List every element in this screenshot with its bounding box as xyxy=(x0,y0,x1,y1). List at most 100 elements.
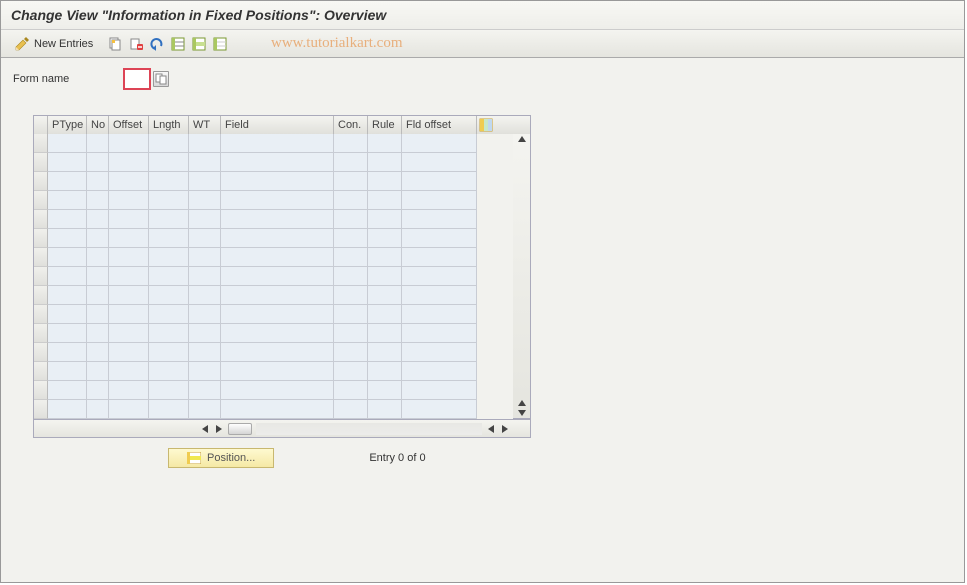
cell[interactable] xyxy=(109,229,149,248)
cell[interactable] xyxy=(334,172,368,191)
cell[interactable] xyxy=(334,305,368,324)
cell[interactable] xyxy=(149,324,189,343)
col-no[interactable]: No xyxy=(87,116,109,134)
cell[interactable] xyxy=(87,172,109,191)
cell[interactable] xyxy=(109,267,149,286)
col-fld-offset[interactable]: Fld offset xyxy=(402,116,477,134)
cell[interactable] xyxy=(48,191,87,210)
cell[interactable] xyxy=(334,381,368,400)
cell[interactable] xyxy=(221,153,334,172)
cell[interactable] xyxy=(334,134,368,153)
row-selector-header[interactable] xyxy=(34,116,48,134)
cell[interactable] xyxy=(368,172,402,191)
cell[interactable] xyxy=(221,191,334,210)
scroll-up-icon[interactable] xyxy=(518,136,526,142)
cell[interactable] xyxy=(189,343,221,362)
cell[interactable] xyxy=(334,400,368,419)
cell[interactable] xyxy=(334,210,368,229)
cell[interactable] xyxy=(334,229,368,248)
cell[interactable] xyxy=(368,229,402,248)
cell[interactable] xyxy=(149,343,189,362)
cell[interactable] xyxy=(221,343,334,362)
cell[interactable] xyxy=(48,267,87,286)
cell[interactable] xyxy=(402,153,477,172)
col-rule[interactable]: Rule xyxy=(368,116,402,134)
cell[interactable] xyxy=(189,305,221,324)
cell[interactable] xyxy=(368,362,402,381)
cell[interactable] xyxy=(109,248,149,267)
cell[interactable] xyxy=(189,210,221,229)
cell[interactable] xyxy=(402,343,477,362)
cell[interactable] xyxy=(368,324,402,343)
cell[interactable] xyxy=(87,343,109,362)
cell[interactable] xyxy=(402,191,477,210)
vertical-scrollbar[interactable] xyxy=(513,134,531,419)
cell[interactable] xyxy=(109,362,149,381)
cell[interactable] xyxy=(48,400,87,419)
table-config-button[interactable] xyxy=(477,116,495,134)
cell[interactable] xyxy=(87,286,109,305)
cell[interactable] xyxy=(189,381,221,400)
cell[interactable] xyxy=(149,153,189,172)
row-selector[interactable] xyxy=(34,305,48,324)
cell[interactable] xyxy=(221,210,334,229)
position-button[interactable]: Position... xyxy=(168,448,274,468)
deselect-all-button[interactable] xyxy=(211,35,229,53)
row-selector[interactable] xyxy=(34,362,48,381)
row-selector[interactable] xyxy=(34,134,48,153)
cell[interactable] xyxy=(402,172,477,191)
cell[interactable] xyxy=(87,191,109,210)
cell[interactable] xyxy=(334,248,368,267)
hscroll-thumb[interactable] xyxy=(228,423,252,435)
cell[interactable] xyxy=(109,286,149,305)
cell[interactable] xyxy=(149,191,189,210)
cell[interactable] xyxy=(221,229,334,248)
cell[interactable] xyxy=(189,153,221,172)
cell[interactable] xyxy=(402,286,477,305)
cell[interactable] xyxy=(149,286,189,305)
cell[interactable] xyxy=(48,229,87,248)
cell[interactable] xyxy=(149,210,189,229)
cell[interactable] xyxy=(87,210,109,229)
cell[interactable] xyxy=(402,134,477,153)
col-ptype[interactable]: PType xyxy=(48,116,87,134)
cell[interactable] xyxy=(334,267,368,286)
select-block-button[interactable] xyxy=(190,35,208,53)
row-selector[interactable] xyxy=(34,400,48,419)
cell[interactable] xyxy=(87,381,109,400)
row-selector[interactable] xyxy=(34,381,48,400)
col-offset[interactable]: Offset xyxy=(109,116,149,134)
cell[interactable] xyxy=(368,381,402,400)
cell[interactable] xyxy=(48,210,87,229)
col-con[interactable]: Con. xyxy=(334,116,368,134)
cell[interactable] xyxy=(334,191,368,210)
cell[interactable] xyxy=(402,267,477,286)
row-selector[interactable] xyxy=(34,191,48,210)
cell[interactable] xyxy=(368,267,402,286)
scroll-down-icon[interactable] xyxy=(518,410,526,416)
cell[interactable] xyxy=(368,191,402,210)
cell[interactable] xyxy=(109,172,149,191)
cell[interactable] xyxy=(402,229,477,248)
cell[interactable] xyxy=(221,362,334,381)
cell[interactable] xyxy=(48,172,87,191)
cell[interactable] xyxy=(189,172,221,191)
cell[interactable] xyxy=(334,324,368,343)
cell[interactable] xyxy=(48,381,87,400)
cell[interactable] xyxy=(109,381,149,400)
cell[interactable] xyxy=(149,400,189,419)
row-selector[interactable] xyxy=(34,229,48,248)
cell[interactable] xyxy=(189,362,221,381)
new-entries-button[interactable]: New Entries xyxy=(9,34,98,54)
cell[interactable] xyxy=(87,362,109,381)
cell[interactable] xyxy=(402,400,477,419)
cell[interactable] xyxy=(48,248,87,267)
cell[interactable] xyxy=(221,305,334,324)
cell[interactable] xyxy=(368,210,402,229)
cell[interactable] xyxy=(109,210,149,229)
cell[interactable] xyxy=(149,172,189,191)
cell[interactable] xyxy=(189,267,221,286)
cell[interactable] xyxy=(109,153,149,172)
cell[interactable] xyxy=(149,305,189,324)
cell[interactable] xyxy=(189,134,221,153)
